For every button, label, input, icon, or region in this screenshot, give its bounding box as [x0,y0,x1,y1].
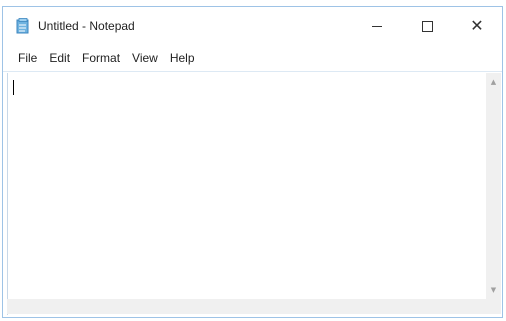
notepad-window: Untitled - Notepad ✕ File Edit Format Vi… [2,6,503,318]
text-editor-area[interactable] [7,73,484,315]
menu-bar: File Edit Format View Help [3,45,502,72]
close-icon: ✕ [470,16,484,35]
scroll-up-arrow-icon[interactable]: ▲ [486,75,501,89]
menu-help[interactable]: Help [164,48,201,68]
menu-view[interactable]: View [126,48,164,68]
text-caret [13,80,14,95]
menu-edit[interactable]: Edit [43,48,76,68]
scrollbar-corner [486,299,501,314]
close-button[interactable]: ✕ [454,7,500,45]
menu-format[interactable]: Format [76,48,126,68]
horizontal-scrollbar[interactable] [7,299,486,314]
vertical-scrollbar[interactable]: ▲ ▼ [486,73,501,299]
title-bar[interactable]: Untitled - Notepad ✕ [3,7,502,45]
minimize-icon [372,25,382,27]
menu-file[interactable]: File [12,48,43,68]
window-title: Untitled - Notepad [38,19,135,33]
maximize-button[interactable] [404,7,450,45]
scroll-down-arrow-icon[interactable]: ▼ [486,283,501,297]
maximize-icon [421,20,433,32]
minimize-button[interactable] [354,7,400,45]
notepad-icon [16,18,29,34]
